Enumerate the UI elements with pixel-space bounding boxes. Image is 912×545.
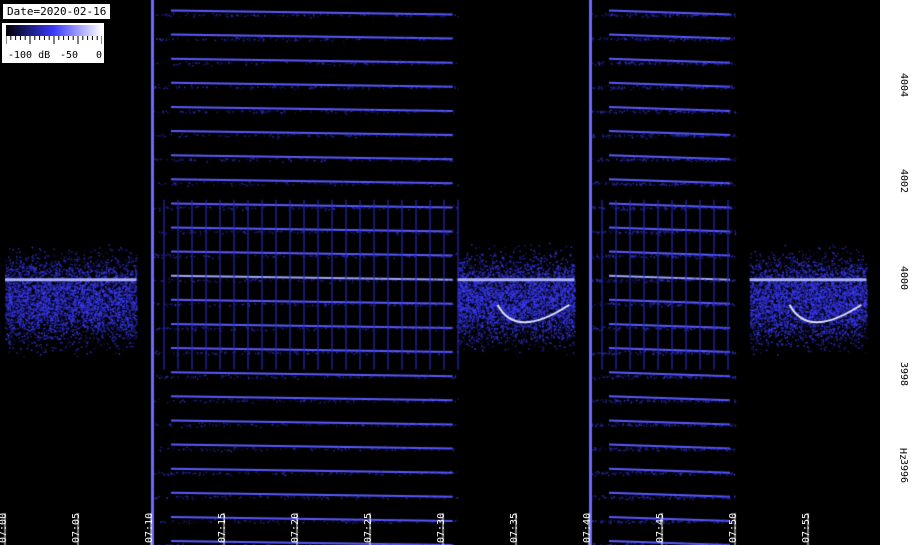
colorbar-tick-label: -50 <box>60 50 79 61</box>
x-tick-label: 07:10 <box>144 512 155 543</box>
colorbar-tick-label: 0 <box>96 50 103 61</box>
y-tick-label: 3998 <box>898 362 909 387</box>
x-tick-label: 07:50 <box>728 512 739 543</box>
x-tick-label: 07:20 <box>290 512 301 543</box>
x-tick-label: 07:05 <box>71 512 82 543</box>
colorbar-gradient <box>6 25 102 36</box>
colorbar-ticks <box>6 36 102 44</box>
x-tick-label: 07:00 <box>0 512 9 543</box>
x-tick-label: 07:40 <box>582 512 593 543</box>
x-tick-label: 07:15 <box>217 512 228 543</box>
date-label: Date=2020-02-16 <box>2 3 112 20</box>
x-tick-label: 07:25 <box>363 512 374 543</box>
x-tick-label: 07:55 <box>801 512 812 543</box>
x-tick-label: 07:35 <box>509 512 520 543</box>
colorbar-tick-label: -100 dB <box>8 50 51 61</box>
spectrogram-plot <box>0 0 912 545</box>
y-axis-unit: Hz <box>897 448 908 461</box>
colorbar-legend: -100 dB -50 0 <box>2 23 104 63</box>
y-tick-label: 4002 <box>898 169 909 194</box>
x-tick-label: 07:30 <box>436 512 447 543</box>
spectrogram-chart: 3996 3998 4000 4002 4004 Hz Date=2020-02-16 … <box>0 0 912 545</box>
x-tick-label: 07:45 <box>655 512 666 543</box>
y-tick-label: 4004 <box>898 72 909 97</box>
y-tick-label: 3996 <box>898 458 909 483</box>
y-tick-label: 4000 <box>898 265 909 290</box>
